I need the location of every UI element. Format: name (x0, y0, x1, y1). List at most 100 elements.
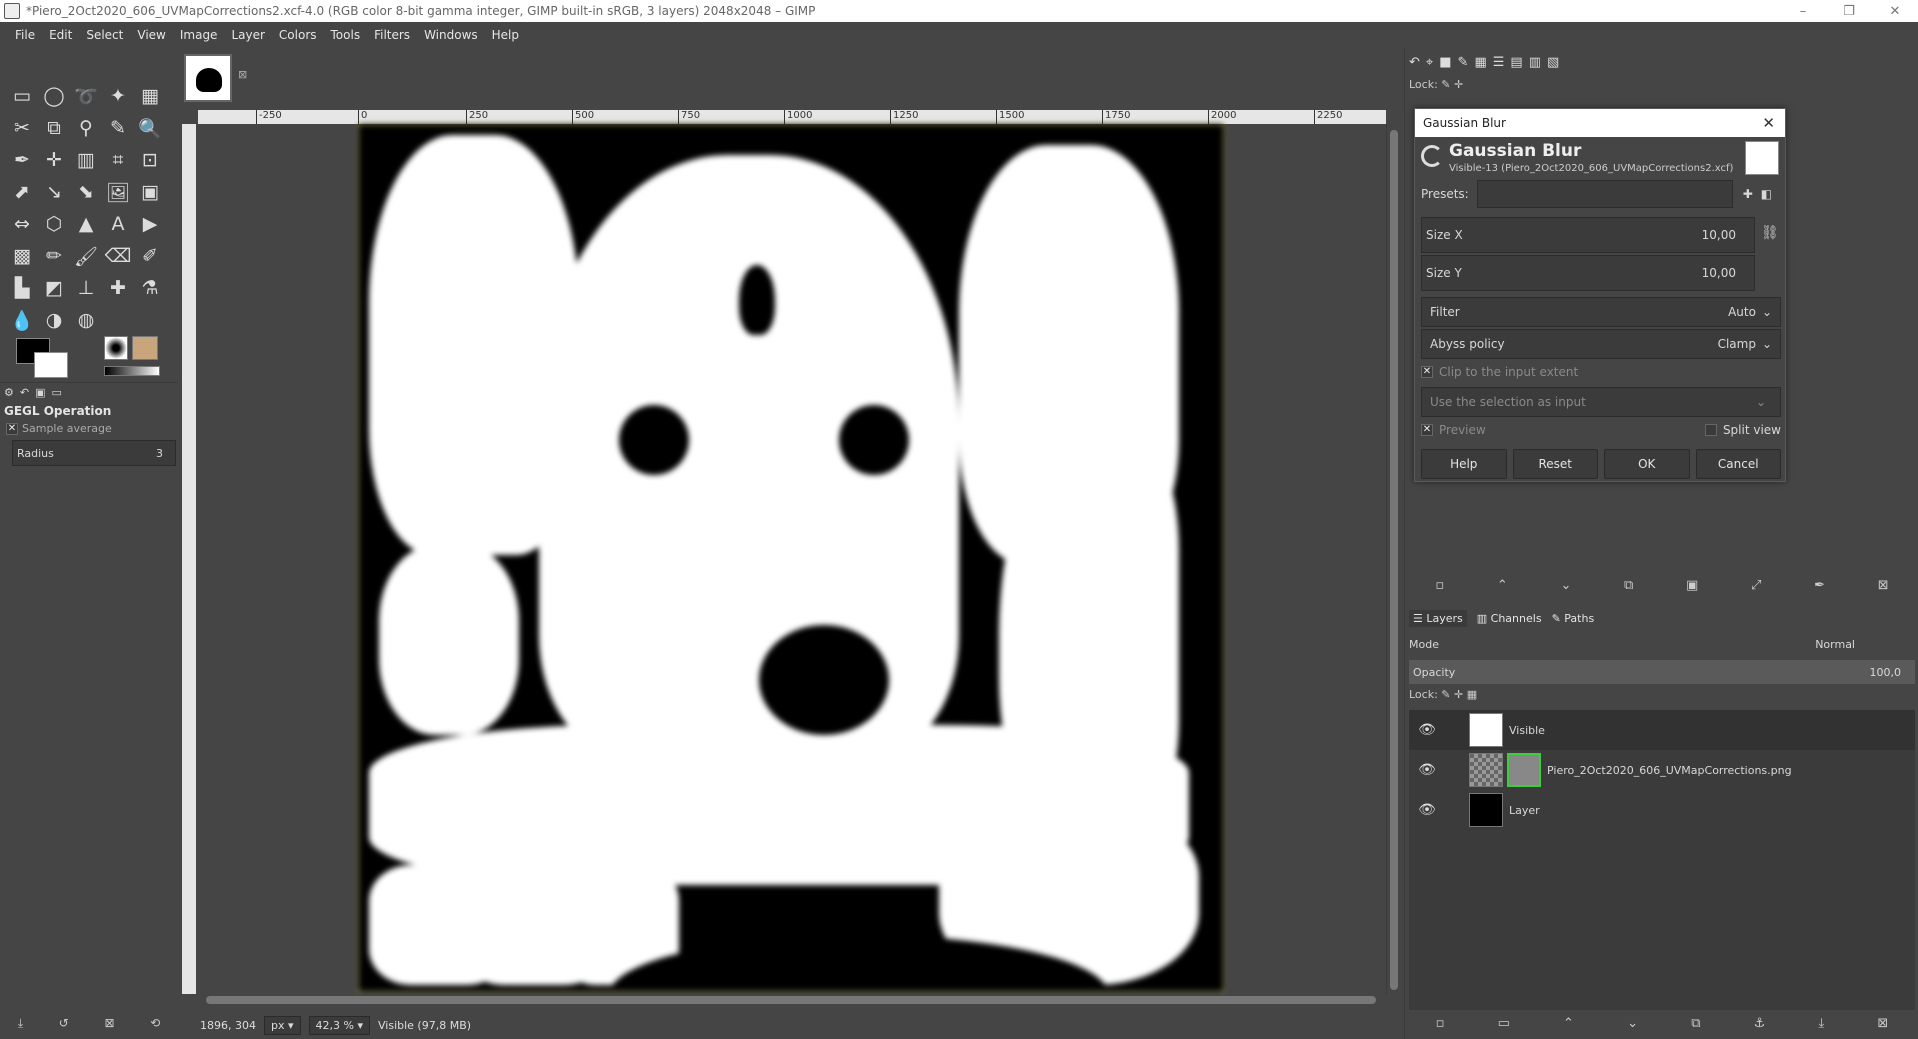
duplicate-layer-icon[interactable]: ⧉ (1691, 1016, 1700, 1031)
handle-transform-icon[interactable]: ▲ (70, 208, 102, 240)
fonts-tab-icon[interactable]: ☰ (1493, 55, 1505, 70)
rotate-icon[interactable]: ⬈ (6, 176, 38, 208)
blur-sharpen-icon[interactable]: 💧 (6, 304, 38, 336)
warp-icon[interactable]: ⇔ (6, 208, 38, 240)
lower-layer-icon[interactable]: ⌄ (1627, 1016, 1638, 1031)
dialog-close-icon[interactable]: ✕ (1762, 114, 1775, 132)
maximize-button[interactable]: ❐ (1826, 4, 1872, 19)
lower-icon[interactable]: ⌄ (1560, 578, 1571, 593)
horizontal-ruler[interactable]: -250 0 250 500 750 1000 1250 1500 1750 2… (198, 110, 1386, 124)
restore-options-icon[interactable]: ↺ (59, 1016, 69, 1030)
radius-spinner[interactable]: Radius 3 (12, 440, 176, 466)
flip-icon[interactable]: 🖼 (102, 176, 134, 208)
airbrush-icon[interactable]: ✐ (134, 240, 166, 272)
gradients-tab-icon[interactable]: ▧ (1547, 55, 1559, 70)
pointer-tab-icon[interactable]: ⌖ (1426, 55, 1433, 70)
layer-name[interactable]: Visible (1509, 724, 1545, 737)
horizontal-scrollbar[interactable] (198, 994, 1386, 1006)
zoom-icon[interactable]: 🔍 (134, 112, 166, 144)
pattern-preview[interactable] (132, 336, 158, 360)
foreground-select-icon[interactable]: ⧉ (38, 112, 70, 144)
mode-value[interactable]: Normal (1815, 638, 1855, 651)
layer-thumbnail[interactable] (1469, 793, 1503, 827)
menu-edit[interactable]: Edit (42, 28, 79, 42)
device-status-tab-icon[interactable]: ▭ (52, 386, 62, 399)
horizontal-scroll-thumb[interactable] (206, 996, 1376, 1004)
unit-selector[interactable]: px ▾ (263, 1015, 301, 1035)
anchor-layer-icon[interactable]: ⚓ (1754, 1016, 1766, 1031)
chain-link-icon[interactable]: ⛓ (1761, 225, 1779, 241)
background-color[interactable] (34, 352, 68, 378)
size-y-value[interactable]: 10,00 (1702, 266, 1736, 280)
raise-icon[interactable]: ⌃ (1497, 578, 1508, 593)
text-icon[interactable]: A (102, 208, 134, 240)
new-item-icon[interactable]: ▫ (1435, 578, 1444, 593)
paint-dynamics-tab-icon[interactable]: ✎ (1458, 55, 1469, 70)
filter-value[interactable]: Auto (1728, 305, 1756, 319)
delete-layer-icon[interactable]: ⊠ (1877, 1016, 1888, 1031)
add-preset-icon[interactable]: ✚ (1743, 187, 1753, 201)
menu-image[interactable]: Image (173, 28, 225, 42)
shear-icon[interactable]: ⬊ (70, 176, 102, 208)
color-select-icon[interactable]: ▦ (134, 80, 166, 112)
dodge-burn-icon[interactable]: ◍ (70, 304, 102, 336)
close-image-icon[interactable]: ⊠ (238, 68, 247, 81)
delete-icon[interactable]: ⊠ (1878, 578, 1889, 593)
new-group-icon[interactable]: ▭ (1498, 1016, 1510, 1031)
zoom-selector[interactable]: 42,3 % ▾ (308, 1015, 370, 1035)
fg-bg-colors[interactable] (16, 338, 72, 384)
layer-row[interactable]: 👁 Layer (1409, 790, 1915, 830)
raise-layer-icon[interactable]: ⌃ (1563, 1016, 1574, 1031)
visibility-eye-icon[interactable]: 👁 (1413, 722, 1441, 738)
color-picker-icon[interactable]: ✎ (102, 112, 134, 144)
unified-transform-icon[interactable]: ⊡ (134, 144, 166, 176)
opacity-slider[interactable]: Opacity 100,0 (1409, 660, 1915, 684)
cancel-button[interactable]: Cancel (1695, 449, 1781, 479)
image-tab-thumbnail[interactable] (184, 54, 232, 102)
paint-icon[interactable]: ✒ (1814, 578, 1825, 593)
size-x-spinner[interactable]: Size X 10,00 (1421, 217, 1755, 253)
align-icon[interactable]: ▥ (70, 144, 102, 176)
split-view-checkbox[interactable] (1704, 424, 1717, 436)
duplicate-icon[interactable]: ⧉ (1624, 578, 1633, 593)
visibility-eye-icon[interactable]: 👁 (1413, 802, 1441, 818)
measure-icon[interactable]: ✒ (6, 144, 38, 176)
close-window-button[interactable]: ✕ (1872, 4, 1918, 19)
filter-combo[interactable]: Filter Auto ⌄ (1421, 297, 1781, 327)
tool-options-tab-icon[interactable]: ⚙ (4, 386, 14, 399)
undo-tab-icon[interactable]: ↶ (1409, 55, 1420, 70)
menu-help[interactable]: Help (485, 28, 526, 42)
images-tab-icon[interactable]: ▣ (35, 386, 45, 399)
layer-thumbnail[interactable] (1469, 713, 1503, 747)
preset-menu-icon[interactable]: ◧ (1761, 187, 1772, 201)
menu-view[interactable]: View (130, 28, 172, 42)
mypaint-brush-icon[interactable]: ◩ (38, 272, 70, 304)
to-selection-icon[interactable]: ▣ (1686, 578, 1698, 593)
bucket-fill-icon[interactable]: ▶ (134, 208, 166, 240)
reset-button[interactable]: Reset (1512, 449, 1598, 479)
gradient-icon[interactable]: ▩ (6, 240, 38, 272)
vertical-ruler[interactable] (182, 124, 196, 994)
layer-name[interactable]: Layer (1509, 804, 1540, 817)
sample-average-option[interactable]: ✕ Sample average (6, 422, 112, 435)
ellipse-select-icon[interactable]: ◯ (38, 80, 70, 112)
tab-paths[interactable]: ✎ Paths (1552, 612, 1595, 625)
free-select-icon[interactable]: ➰ (70, 80, 102, 112)
eraser-icon[interactable]: ⌫ (102, 240, 134, 272)
ok-button[interactable]: OK (1604, 449, 1690, 479)
paths-icon[interactable]: ⚲ (70, 112, 102, 144)
rect-select-icon[interactable]: ▭ (6, 80, 38, 112)
smudge-icon[interactable]: ◑ (38, 304, 70, 336)
clip-extent-option[interactable]: ✕ Clip to the input extent (1421, 365, 1781, 379)
abyss-value[interactable]: Clamp (1718, 337, 1756, 351)
abyss-policy-combo[interactable]: Abyss policy Clamp ⌄ (1421, 329, 1781, 359)
perspective-icon[interactable]: ▣ (134, 176, 166, 208)
move-icon[interactable]: ✛ (38, 144, 70, 176)
menu-colors[interactable]: Colors (272, 28, 324, 42)
menu-layer[interactable]: Layer (224, 28, 271, 42)
paintbrush-icon[interactable]: 🖌 (70, 240, 102, 272)
stroke-icon[interactable]: ⤢ (1751, 578, 1761, 593)
brush-preview[interactable] (104, 336, 128, 360)
perspective-clone-icon[interactable]: ⚗ (134, 272, 166, 304)
layer-mask-thumbnail[interactable] (1507, 753, 1541, 787)
